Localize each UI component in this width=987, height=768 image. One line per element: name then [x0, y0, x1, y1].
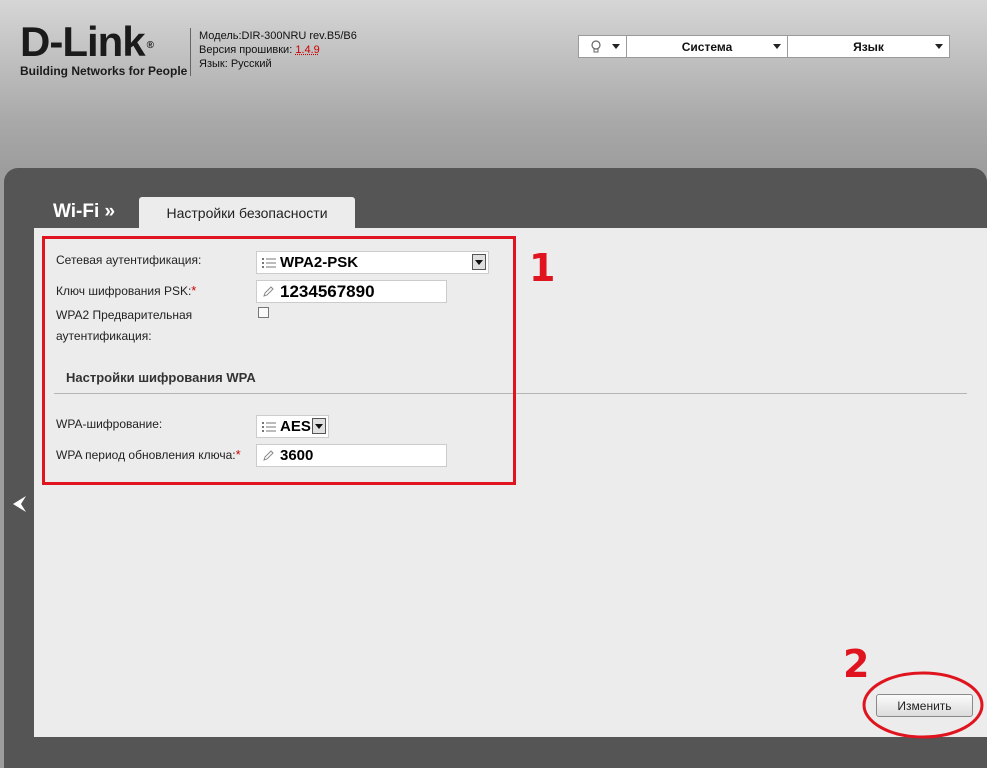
back-arrow-icon[interactable] [10, 494, 28, 514]
breadcrumb-wifi[interactable]: Wi-Fi » [53, 201, 115, 223]
top-menu: Система Язык [578, 35, 950, 58]
language-menu[interactable]: Язык [788, 36, 949, 57]
model-line: Модель:DIR-300NRU rev.B5/B6 [199, 30, 357, 42]
annotation-marker-1: 1 [529, 246, 556, 290]
system-menu[interactable]: Система [627, 36, 788, 57]
chevron-down-icon [935, 44, 943, 49]
chevron-down-icon [773, 44, 781, 49]
annotation-ellipse-2 [862, 671, 984, 739]
dlink-logo: D-Link ® Building Networks for People [20, 18, 188, 79]
language-line: Язык: Русский [199, 58, 272, 70]
annotation-box-1 [42, 236, 516, 485]
firmware-line: Версия прошивки: 1.4.9 [199, 44, 320, 56]
lightbulb-icon [590, 39, 601, 52]
system-menu-label: Система [681, 39, 733, 54]
tab-security-settings[interactable]: Настройки безопасности [139, 197, 355, 229]
firmware-version-link[interactable]: 1.4.9 [295, 44, 319, 56]
brand-tagline: Building Networks for People [20, 64, 188, 78]
device-info: Модель:DIR-300NRU rev.B5/B6 Версия проши… [199, 29, 357, 71]
brand-name: D-Link ® [20, 18, 154, 65]
hints-menu[interactable] [579, 36, 627, 57]
header-divider [190, 28, 191, 76]
language-menu-label: Язык [853, 39, 884, 54]
chevron-down-icon [612, 44, 620, 49]
